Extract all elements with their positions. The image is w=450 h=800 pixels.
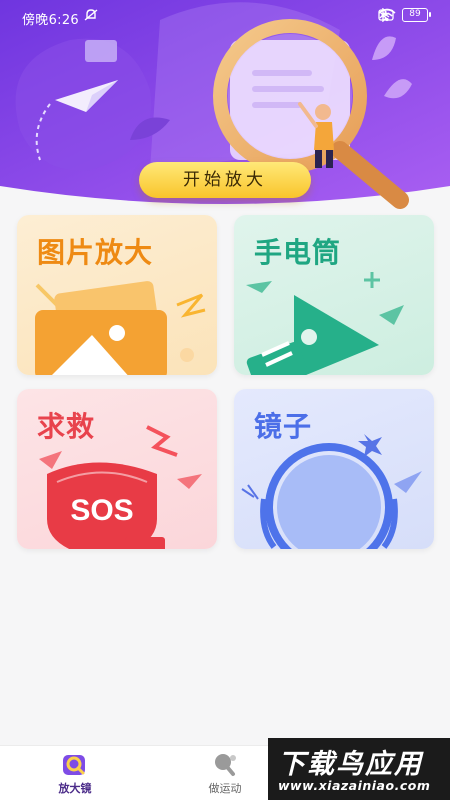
feature-card-flashlight[interactable]: 手电筒 (234, 215, 434, 375)
status-bar: 傍晚6:26 89 (0, 0, 450, 32)
feature-label: 求救 (37, 410, 96, 443)
battery-icon: 89 (402, 8, 431, 22)
ping-pong-icon (215, 754, 236, 776)
watermark-sub: www.xiazainiao.com (278, 778, 431, 793)
feature-card-image-zoom[interactable]: 图片放大 (17, 215, 217, 375)
nav-item-exercise[interactable]: 做运动 (180, 752, 270, 796)
nav-item-magnifier[interactable]: 放大镜 (30, 752, 120, 796)
feature-card-mirror[interactable]: 镜子 (234, 389, 434, 549)
magnifier-nav-icon (63, 755, 85, 775)
status-icons: 89 (378, 8, 431, 22)
feature-label: 图片放大 (37, 236, 154, 269)
header-banner: 傍晚6:26 89 开始放大 (0, 0, 450, 212)
feature-label: 手电筒 (254, 236, 342, 269)
watermark-main: 下载鸟应用 (278, 749, 423, 780)
watermark-logo: 下载鸟应用 www.xiazainiao.com (268, 738, 450, 800)
nav-label: 放大镜 (58, 782, 92, 795)
svg-text:SOS: SOS (70, 494, 133, 527)
feature-card-sos[interactable]: SOS 求救 (17, 389, 217, 549)
start-magnify-button[interactable]: 开始放大 (139, 162, 311, 198)
status-time: 傍晚6:26 (22, 13, 79, 28)
nav-label: 做运动 (208, 782, 242, 795)
feature-label: 镜子 (254, 410, 313, 443)
